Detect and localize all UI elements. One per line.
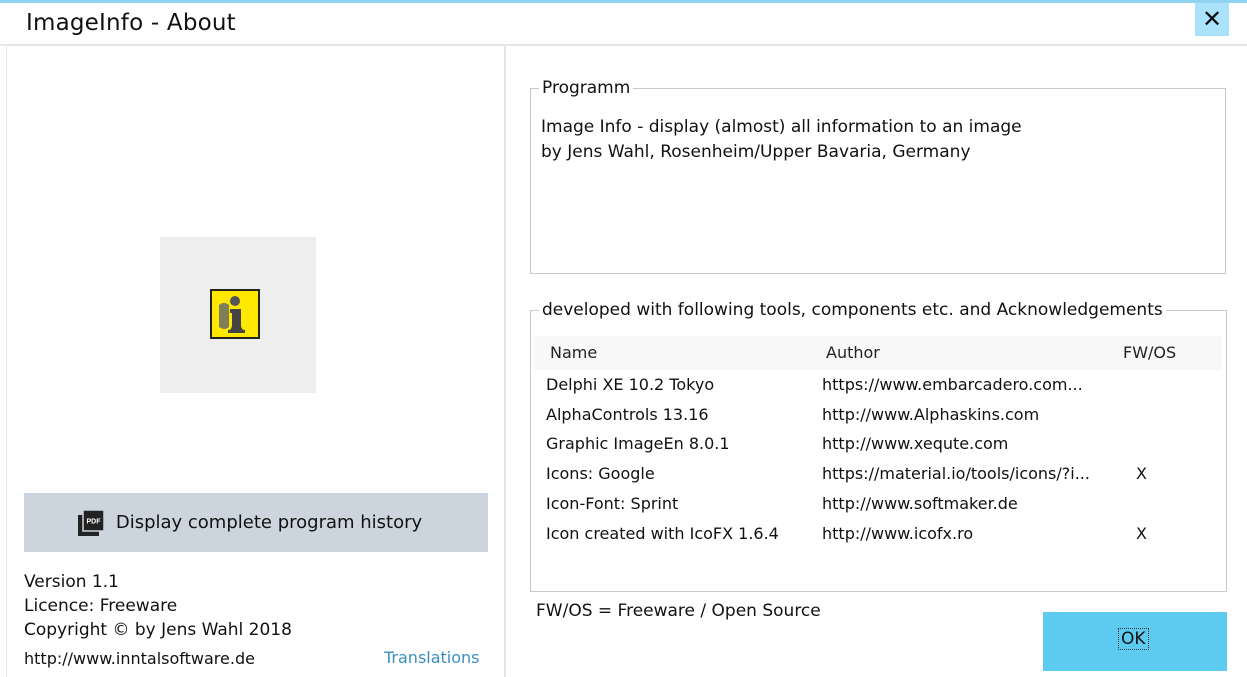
list-item[interactable]: Delphi XE 10.2 Tokyo https://www.embarca…	[534, 375, 1222, 405]
program-description-line: Image Info - display (almost) all inform…	[541, 117, 1022, 137]
column-header-name[interactable]: Name	[550, 343, 597, 362]
pdf-icon: PDF	[77, 508, 105, 536]
program-group-title: Programm	[542, 78, 631, 98]
left-frame-border	[6, 46, 7, 677]
item-author: http://www.xequte.com	[822, 434, 1009, 453]
program-group: Programm	[530, 78, 1226, 274]
item-author: https://www.embarcadero.com...	[822, 375, 1083, 394]
window-title: ImageInfo - About	[26, 10, 236, 36]
item-name: Icon-Font: Sprint	[546, 494, 679, 513]
close-button[interactable]: ✕	[1195, 3, 1229, 36]
item-author: http://www.icofx.ro	[822, 524, 974, 543]
imageinfo-logo-icon	[210, 289, 260, 339]
item-name: Icon created with IcoFX 1.6.4	[546, 524, 779, 543]
fwos-legend-note: FW/OS = Freeware / Open Source	[536, 601, 821, 621]
copyright-text: Copyright © by Jens Wahl 2018	[24, 620, 292, 640]
tools-list[interactable]: Name Author FW/OS Delphi XE 10.2 Tokyo h…	[534, 336, 1222, 586]
website-link[interactable]: http://www.inntalsoftware.de	[24, 649, 255, 668]
item-name: AlphaControls 13.16	[546, 405, 709, 424]
display-history-button[interactable]: PDF Display complete program history	[24, 493, 488, 552]
panel-divider	[504, 46, 506, 677]
item-name: Graphic ImageEn 8.0.1	[546, 434, 730, 453]
app-logo-panel	[160, 237, 316, 393]
item-name: Delphi XE 10.2 Tokyo	[546, 375, 715, 394]
item-author: http://www.softmaker.de	[822, 494, 1018, 513]
title-divider	[0, 44, 1247, 46]
item-name: Icons: Google	[546, 464, 655, 483]
program-author-line: by Jens Wahl, Rosenheim/Upper Bavaria, G…	[541, 142, 971, 162]
program-description: Image Info - display (almost) all inform…	[541, 115, 1022, 165]
list-item[interactable]: Icon created with IcoFX 1.6.4 http://www…	[534, 524, 1222, 554]
window-top-border	[0, 0, 1247, 3]
list-item[interactable]: AlphaControls 13.16 http://www.Alphaskin…	[534, 405, 1222, 435]
translations-link[interactable]: Translations	[384, 648, 480, 667]
list-item[interactable]: Icon-Font: Sprint http://www.softmaker.d…	[534, 494, 1222, 524]
list-header: Name Author FW/OS	[534, 336, 1222, 370]
item-author: https://material.io/tools/icons/?i...	[822, 464, 1090, 483]
item-author: http://www.Alphaskins.com	[822, 405, 1040, 424]
licence-text: Licence: Freeware	[24, 596, 178, 616]
ok-button[interactable]: OK	[1043, 612, 1227, 671]
ok-button-label: OK	[1118, 628, 1149, 650]
column-header-author[interactable]: Author	[826, 343, 880, 362]
tools-group-title: developed with following tools, componen…	[542, 300, 1163, 320]
item-fwos: X	[1136, 524, 1147, 543]
column-header-fwos[interactable]: FW/OS	[1123, 343, 1176, 362]
svg-text:PDF: PDF	[86, 518, 101, 525]
list-item[interactable]: Icons: Google https://material.io/tools/…	[534, 464, 1222, 494]
item-fwos: X	[1136, 464, 1147, 483]
version-text: Version 1.1	[24, 572, 119, 592]
list-item[interactable]: Graphic ImageEn 8.0.1 http://www.xequte.…	[534, 434, 1222, 464]
display-history-label: Display complete program history	[115, 512, 423, 533]
